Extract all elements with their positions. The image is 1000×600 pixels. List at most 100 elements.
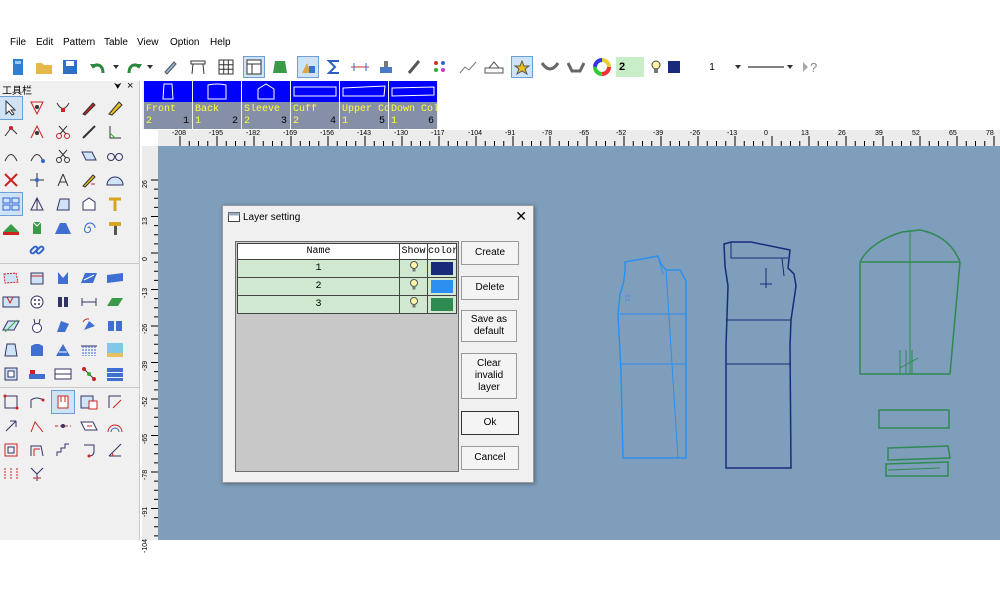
protractor-icon[interactable]	[104, 169, 126, 191]
new-file-icon[interactable]	[8, 57, 28, 77]
bodice-piece-icon[interactable]	[26, 217, 48, 239]
line-width-value[interactable]: 1	[702, 57, 722, 77]
piece-cut-icon[interactable]	[0, 315, 22, 337]
cross-point-icon[interactable]	[26, 169, 48, 191]
stripe-piece-icon[interactable]	[78, 267, 100, 289]
layer-color-cell[interactable]	[427, 295, 457, 314]
sleeve-pleat-icon[interactable]	[52, 315, 74, 337]
layer-name[interactable]: 3	[237, 295, 400, 314]
save-as-default-button[interactable]: Save as default	[461, 310, 517, 342]
arrow-up-icon[interactable]	[0, 415, 22, 437]
curve2-icon[interactable]	[566, 57, 586, 77]
undo-icon[interactable]	[88, 57, 108, 77]
glasses-icon[interactable]	[104, 145, 126, 167]
piece-tab-upper-collar[interactable]: Upper Collar1 5	[340, 81, 388, 129]
grid-icon[interactable]	[216, 57, 236, 77]
notch-piece-icon[interactable]	[0, 291, 22, 313]
piece-annotate-icon[interactable]	[78, 415, 100, 437]
menu-file[interactable]: File	[10, 37, 26, 48]
arc-icon[interactable]	[0, 145, 22, 167]
menu-view[interactable]: View	[137, 37, 159, 48]
menu-option[interactable]: Option	[170, 37, 199, 48]
curve-select-icon[interactable]	[52, 97, 74, 119]
show-bulb-icon[interactable]	[399, 295, 428, 314]
drawer-piece-icon[interactable]	[52, 363, 74, 385]
seam-hook-icon[interactable]	[78, 439, 100, 461]
double-frame-icon[interactable]	[0, 439, 22, 461]
bed-piece-icon[interactable]	[26, 363, 48, 385]
angle-line-icon[interactable]	[104, 121, 126, 143]
layer-color-cell[interactable]	[427, 259, 457, 278]
jacket-icon[interactable]	[26, 339, 48, 361]
menu-table[interactable]: Table	[104, 37, 128, 48]
piece-tab-front[interactable]: Front 2 1	[144, 81, 192, 129]
brush-icon[interactable]	[404, 57, 424, 77]
smart-pen-icon[interactable]	[26, 121, 48, 143]
column-header-color[interactable]: color	[427, 243, 457, 260]
eraser-icon[interactable]	[104, 97, 126, 119]
graph-icon[interactable]	[458, 57, 478, 77]
curve-icon[interactable]	[540, 57, 560, 77]
grain-markers-icon[interactable]	[0, 463, 22, 485]
line-style-dropdown-icon[interactable]	[786, 57, 794, 77]
sleeve-piece-icon[interactable]	[52, 217, 74, 239]
layer-indicator[interactable]: 2	[616, 57, 644, 77]
highlight-icon[interactable]	[511, 56, 533, 78]
undo-dropdown-icon[interactable]	[112, 57, 120, 77]
compass-icon[interactable]	[52, 169, 74, 191]
flip-piece-icon[interactable]	[104, 315, 126, 337]
frame-piece-icon[interactable]	[0, 363, 22, 385]
measure-icon[interactable]	[350, 57, 370, 77]
point-select-icon[interactable]	[26, 97, 48, 119]
triangle-tool-icon[interactable]	[26, 193, 48, 215]
ok-button[interactable]: Ok	[461, 411, 519, 435]
buttons-icon[interactable]	[26, 291, 48, 313]
line-tool-icon[interactable]	[0, 121, 22, 143]
stamp-icon[interactable]	[376, 57, 396, 77]
scissor-line-icon[interactable]	[52, 121, 74, 143]
table-frame-icon[interactable]	[188, 57, 208, 77]
dress-icon[interactable]	[0, 339, 22, 361]
seam-angle-icon[interactable]	[104, 439, 126, 461]
pieces-icon[interactable]	[297, 56, 319, 78]
redo-icon[interactable]	[124, 57, 144, 77]
piece-tab-back[interactable]: Back 1 2	[193, 81, 241, 129]
rainbow-arc-icon[interactable]	[104, 415, 126, 437]
marker-frame-icon[interactable]	[0, 391, 22, 413]
draw-pen-icon[interactable]	[78, 97, 100, 119]
piece-tab-sleeve[interactable]: Sleeve 2 3	[242, 81, 290, 129]
column-header-show[interactable]: Show	[399, 243, 428, 260]
pencil-dart-icon[interactable]	[78, 169, 100, 191]
split-arrows-icon[interactable]	[26, 463, 48, 485]
spiral-icon[interactable]	[78, 217, 100, 239]
gathers-icon[interactable]	[78, 339, 100, 361]
create-button[interactable]: Create	[461, 241, 519, 265]
layer-row[interactable]: 1	[237, 259, 457, 278]
save-icon[interactable]	[60, 57, 80, 77]
pin-icon[interactable]: ⮟	[114, 81, 122, 92]
color-wheel-icon[interactable]	[592, 57, 612, 77]
seam-corner-icon[interactable]	[26, 439, 48, 461]
menu-edit[interactable]: Edit	[36, 37, 53, 48]
line-width-dropdown-icon[interactable]	[734, 57, 742, 77]
green-shape-icon[interactable]	[270, 57, 290, 77]
clear-invalid-layer-button[interactable]: Clear invalid layer	[461, 353, 517, 399]
t-square-icon[interactable]	[104, 193, 126, 215]
redo-dropdown-icon[interactable]	[146, 57, 154, 77]
piece-tab-cuff[interactable]: Cuff 2 4	[291, 81, 339, 129]
menu-pattern[interactable]: Pattern	[63, 37, 95, 48]
chain-link-icon[interactable]	[26, 239, 48, 261]
diagonal-line-icon[interactable]	[78, 121, 100, 143]
rotate-piece-icon[interactable]	[78, 315, 100, 337]
seam-steps-icon[interactable]	[52, 439, 74, 461]
dots-icon[interactable]	[430, 57, 450, 77]
layout-tool-icon[interactable]	[0, 217, 22, 239]
open-folder-icon[interactable]	[34, 57, 54, 77]
dart-angle-icon[interactable]	[26, 415, 48, 437]
help-icon[interactable]: ?	[800, 57, 820, 77]
rabbit-icon[interactable]	[26, 315, 48, 337]
delete-button[interactable]: Delete	[461, 276, 519, 300]
button-hole-icon[interactable]	[52, 291, 74, 313]
window-icon[interactable]	[243, 56, 265, 78]
rotate-shape-icon[interactable]	[78, 145, 100, 167]
